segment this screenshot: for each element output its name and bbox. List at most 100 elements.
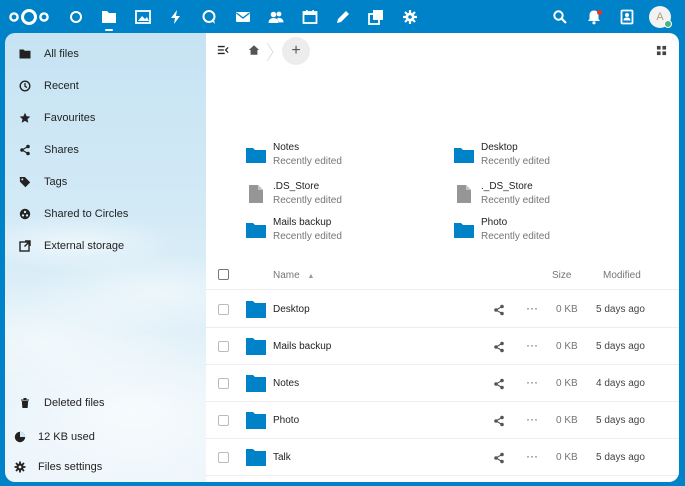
recent-item-name: .DS_Store: [273, 181, 320, 192]
row-modified: 5 days ago: [596, 304, 645, 315]
recent-item-subtitle: Recently edited: [273, 156, 342, 167]
row-name[interactable]: Talk: [273, 452, 291, 463]
folder-icon: [454, 223, 474, 238]
recent-item-name: Photo: [481, 217, 508, 228]
more-actions-icon[interactable]: ···: [526, 375, 538, 389]
recent-item[interactable]: .DS_Store Recently edited: [246, 180, 446, 210]
nextcloud-logo[interactable]: [8, 7, 50, 27]
sidebar-item-label: Tags: [44, 176, 68, 188]
folder-icon: [246, 148, 266, 163]
share-icon: [19, 144, 31, 156]
sidebar-item-label: Recent: [44, 80, 79, 92]
sidebar-item-recent[interactable]: Recent: [5, 73, 206, 99]
row-checkbox[interactable]: [218, 415, 229, 426]
top-bar: A: [0, 0, 685, 33]
folder-icon: [246, 338, 266, 355]
share-icon[interactable]: [493, 452, 505, 464]
table-row[interactable]: Photo ··· 0 KB 5 days ago: [206, 402, 679, 439]
sidebar-files-settings[interactable]: Files settings: [5, 454, 206, 480]
sidebar-item-shared-to-circles[interactable]: Shared to Circles: [5, 201, 206, 227]
column-header-name[interactable]: Name ▲: [273, 270, 314, 281]
recent-item-name: Mails backup: [273, 217, 332, 228]
folder-icon: [246, 375, 266, 392]
column-header-modified[interactable]: Modified: [603, 270, 641, 281]
share-icon[interactable]: [493, 304, 505, 316]
grid-view-icon[interactable]: [655, 44, 667, 56]
activity-icon[interactable]: [165, 6, 187, 28]
notifications-icon[interactable]: [583, 6, 605, 28]
photos-icon[interactable]: [132, 6, 154, 28]
notes-icon[interactable]: [332, 6, 354, 28]
row-name[interactable]: Notes: [273, 378, 299, 389]
contacts-menu-icon[interactable]: [616, 6, 638, 28]
row-checkbox[interactable]: [218, 341, 229, 352]
share-icon[interactable]: [493, 415, 505, 427]
column-header-size[interactable]: Size: [552, 270, 571, 281]
row-size: 0 KB: [556, 415, 578, 426]
more-actions-icon[interactable]: ···: [526, 338, 538, 352]
dashboard-icon[interactable]: [65, 6, 87, 28]
settings-gear-icon[interactable]: [399, 6, 421, 28]
files-sidebar: All files Recent Favourites Shares Tags …: [5, 33, 206, 482]
table-row[interactable]: Talk ··· 0 KB 5 days ago: [206, 439, 679, 476]
recent-item-name: Notes: [273, 142, 300, 153]
select-all-checkbox[interactable]: [218, 269, 229, 280]
row-name[interactable]: Mails backup: [273, 341, 331, 352]
recent-item[interactable]: Desktop Recently edited: [454, 141, 654, 171]
sidebar-quota[interactable]: 12 KB used: [5, 424, 206, 450]
toggle-navigation-icon[interactable]: [216, 43, 230, 57]
row-size: 0 KB: [556, 452, 578, 463]
recent-item-subtitle: Recently edited: [273, 231, 342, 242]
recent-item[interactable]: Photo Recently edited: [454, 216, 654, 246]
recent-item[interactable]: ._DS_Store Recently edited: [454, 180, 654, 210]
deck-icon[interactable]: [365, 6, 387, 28]
table-row[interactable]: Notes ··· 0 KB 4 days ago: [206, 365, 679, 402]
quota-label: 12 KB used: [38, 431, 95, 443]
cog-icon: [14, 461, 26, 473]
recent-item[interactable]: Notes Recently edited: [246, 141, 446, 171]
sidebar-item-shares[interactable]: Shares: [5, 137, 206, 163]
new-button[interactable]: +: [282, 37, 310, 65]
row-name[interactable]: Photo: [273, 415, 299, 426]
home-breadcrumb-icon[interactable]: [246, 42, 262, 58]
deleted-files-label: Deleted files: [44, 397, 105, 409]
sidebar-item-all-files[interactable]: All files: [5, 41, 206, 67]
column-name-label: Name: [273, 270, 300, 281]
table-row[interactable]: Desktop ··· 0 KB 5 days ago: [206, 291, 679, 328]
more-actions-icon[interactable]: ···: [526, 412, 538, 426]
files-icon[interactable]: [98, 6, 120, 31]
row-checkbox[interactable]: [218, 304, 229, 315]
sidebar-item-external-storage[interactable]: External storage: [5, 233, 206, 259]
files-settings-label: Files settings: [38, 461, 103, 473]
share-icon[interactable]: [493, 378, 505, 390]
row-checkbox[interactable]: [218, 452, 229, 463]
calendar-icon[interactable]: [299, 6, 321, 28]
row-modified: 5 days ago: [596, 452, 645, 463]
pie-chart-icon: [14, 431, 26, 443]
contacts-icon[interactable]: [265, 6, 287, 28]
row-size: 0 KB: [556, 378, 578, 389]
row-checkbox[interactable]: [218, 378, 229, 389]
sidebar-deleted-files[interactable]: Deleted files: [5, 390, 206, 416]
recent-item[interactable]: Mails backup Recently edited: [246, 216, 446, 246]
more-actions-icon[interactable]: ···: [526, 449, 538, 463]
online-status-indicator: [664, 20, 672, 28]
sidebar-item-tags[interactable]: Tags: [5, 169, 206, 195]
tag-icon: [19, 176, 31, 188]
folder-icon: [246, 301, 266, 318]
row-size: 0 KB: [556, 304, 578, 315]
avatar-initial: A: [656, 11, 664, 23]
more-actions-icon[interactable]: ···: [526, 301, 538, 315]
table-row[interactable]: Mails backup ··· 0 KB 5 days ago: [206, 328, 679, 365]
sidebar-item-favourites[interactable]: Favourites: [5, 105, 206, 131]
share-icon[interactable]: [493, 341, 505, 353]
recent-item-subtitle: Recently edited: [273, 195, 342, 206]
mail-icon[interactable]: [232, 6, 254, 28]
row-name[interactable]: Desktop: [273, 304, 310, 315]
trash-icon: [19, 397, 31, 409]
folder-icon: [246, 449, 266, 466]
talk-icon[interactable]: [198, 6, 220, 28]
recent-item-name: ._DS_Store: [481, 181, 533, 192]
folder-icon: [19, 48, 31, 60]
search-icon[interactable]: [549, 6, 571, 28]
